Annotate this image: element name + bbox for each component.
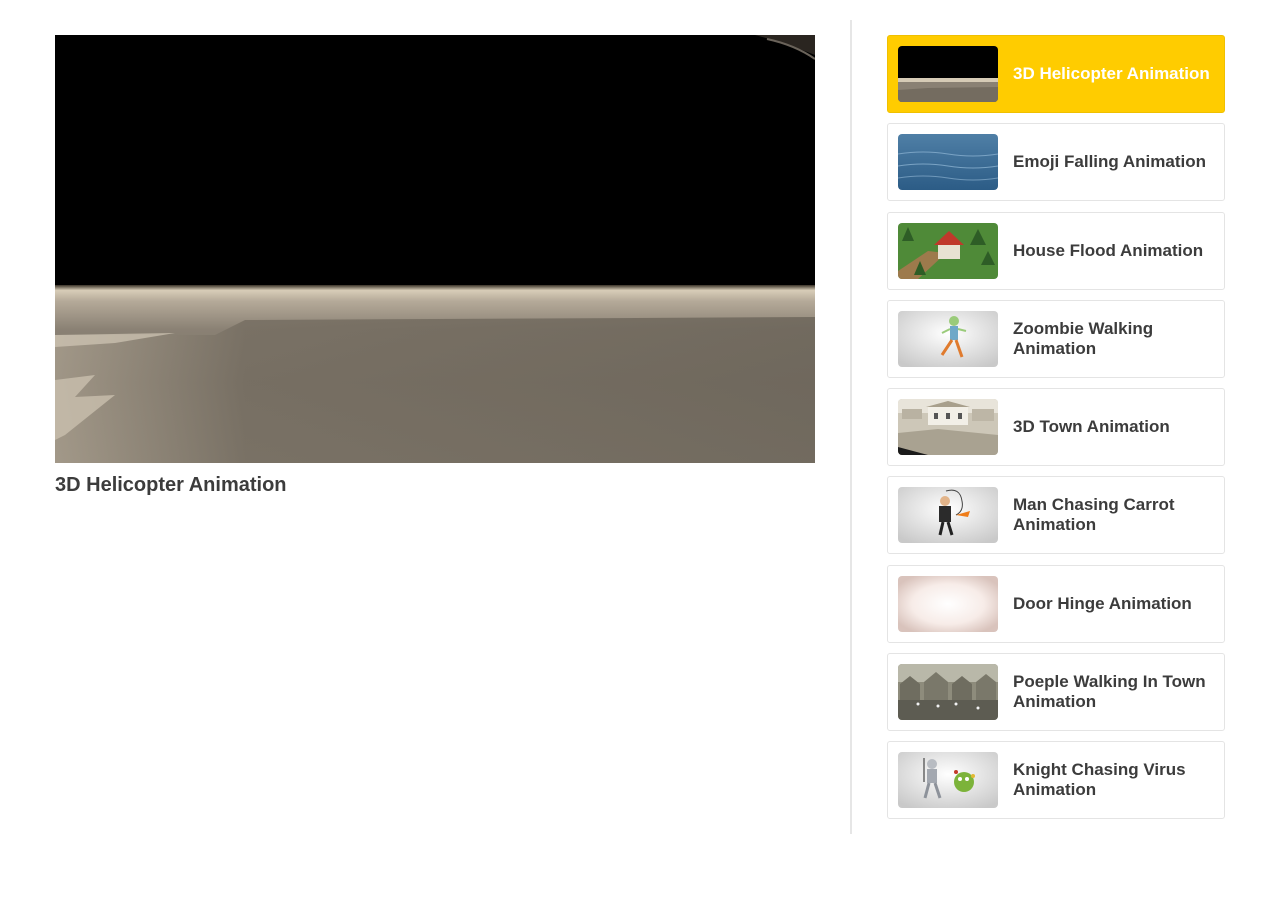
playlist-item-label: Door Hinge Animation	[1013, 593, 1192, 613]
playlist-item-label: Knight Chasing Virus Animation	[1013, 760, 1186, 799]
playlist-item-knight-chasing-virus[interactable]: Knight Chasing Virus Animation	[887, 741, 1225, 819]
playlist-item-3d-town[interactable]: 3D Town Animation	[887, 388, 1225, 466]
playlist-item-people-walking[interactable]: Poeple Walking In Town Animation	[887, 652, 1225, 731]
people-town-thumbnail	[898, 663, 998, 720]
man-carrot-thumbnail	[898, 487, 998, 544]
page: 3D Helicopter Animation 3D Helicopter An…	[0, 0, 1280, 899]
knight-virus-thumbnail	[898, 752, 998, 808]
playlist-item-label: House Flood Animation	[1013, 240, 1204, 260]
playlist-item-label: Emoji Falling Animation	[1013, 152, 1206, 172]
playlist-item-label: 3D Town Animation	[1013, 417, 1170, 436]
playlist-item-house-flood[interactable]: House Flood Animation	[887, 211, 1225, 290]
helicopter-thumbnail	[898, 46, 998, 102]
playlist-item-label: Man Chasing Carrot Animation	[1013, 495, 1175, 535]
playlist-item-label: Zoombie Walking Animation	[1013, 318, 1154, 358]
playlist-item-label: 3D Helicopter Animation	[1013, 64, 1210, 83]
playlist-item-door-hinge[interactable]: Door Hinge Animation	[887, 564, 1225, 643]
playlist-item-label: Poeple Walking In Town Animation	[1013, 671, 1206, 711]
helicopter-scene-video-frame	[55, 35, 815, 463]
house-forest-thumbnail	[898, 222, 998, 279]
playlist-item-man-chasing-carrot[interactable]: Man Chasing Carrot Animation	[887, 476, 1225, 555]
video-playlist: 3D Helicopter Animation Emoji Falling An…	[887, 35, 1225, 829]
playlist-item-emoji-falling[interactable]: Emoji Falling Animation	[887, 123, 1225, 202]
water-thumbnail	[898, 134, 998, 191]
town-thumbnail	[898, 399, 998, 455]
playlist-item-helicopter[interactable]: 3D Helicopter Animation	[887, 35, 1225, 113]
door-hinge-thumbnail	[898, 575, 998, 632]
video-title: 3D Helicopter Animation	[55, 474, 287, 496]
playlist-item-zombie-walking[interactable]: Zoombie Walking Animation	[887, 299, 1225, 378]
column-divider	[850, 20, 852, 834]
zombie-thumbnail	[898, 310, 998, 367]
main-video-player[interactable]	[55, 35, 815, 463]
